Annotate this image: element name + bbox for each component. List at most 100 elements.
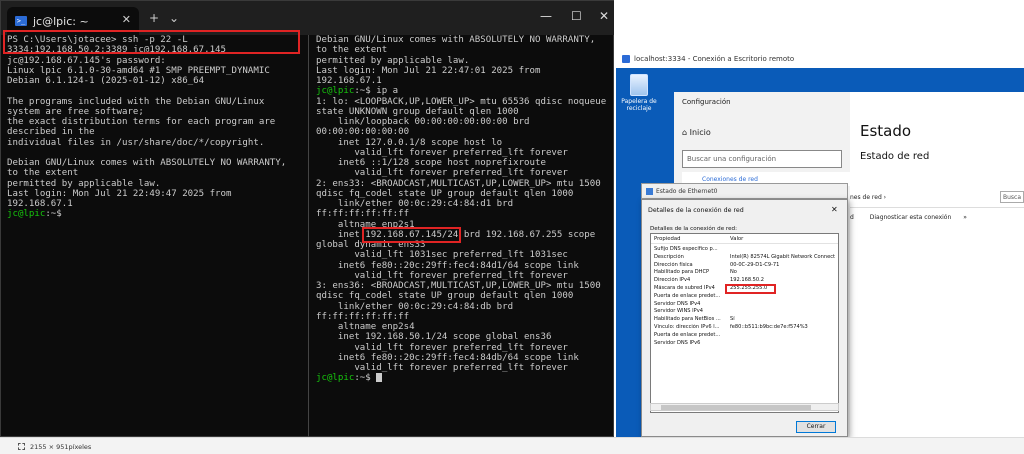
- details-row[interactable]: Dirección física 00-0C-29-D1-C9-71: [651, 261, 838, 270]
- breadcrumb[interactable]: nes de red ›: [850, 194, 886, 201]
- details-row[interactable]: Vínculo: dirección IPv6 l... fe80::b511:b…: [651, 324, 838, 332]
- details-property: Vínculo: dirección IPv6 l...: [654, 324, 720, 330]
- terminal-pane-left[interactable]: PS C:\Users\jotacee> ssh -p 22 -L 3334:1…: [3, 35, 306, 438]
- details-list[interactable]: Propiedad Valor Sufijo DNS específico p.…: [650, 233, 839, 413]
- prompt-user: jc@lpic: [7, 209, 46, 220]
- prompt-user: jc@lpic: [316, 86, 355, 97]
- details-list-header: Propiedad Valor: [651, 234, 838, 244]
- page-subtitle: Estado de red: [860, 151, 930, 162]
- details-row[interactable]: Habilitado para DHCP No: [651, 269, 838, 277]
- network-search-input[interactable]: Busca: [1000, 191, 1024, 203]
- terminal-line: link/loopback 00:00:00:00:00:00 brd 00:0…: [316, 117, 536, 138]
- terminal-line: valid_lft 1031sec preferred_lft 1031sec: [316, 250, 568, 261]
- terminal-pane-right[interactable]: Debian GNU/Linux comes with ABSOLUTELY N…: [312, 35, 613, 438]
- page-title: Estado: [860, 122, 912, 140]
- close-tab-icon[interactable]: ✕: [122, 13, 131, 26]
- settings-title: Configuración: [682, 98, 731, 106]
- more-commands-icon[interactable]: »: [963, 214, 967, 221]
- details-row[interactable]: Descripción Intel(R) 82574L Gigabit Netwo…: [651, 253, 838, 262]
- dialog-title: Detalles de la conexión de red: [648, 207, 744, 214]
- close-window-button[interactable]: ✕: [599, 9, 609, 23]
- settings-search-input[interactable]: Buscar una configuración: [682, 150, 842, 168]
- details-row[interactable]: Servidor DNS IPv6: [651, 339, 838, 348]
- terminal-prompt: jc@lpic:~$: [7, 209, 302, 219]
- details-property: Servidor DNS IPv6: [654, 339, 701, 346]
- new-tab-button[interactable]: +: [149, 11, 159, 25]
- details-property: Servidor WINS IPv4: [654, 308, 703, 315]
- close-button[interactable]: Cerrar: [796, 421, 836, 433]
- details-property: Puerta de enlace predet...: [654, 292, 721, 299]
- terminal-line: altname enp2s1: [316, 219, 415, 230]
- recycle-bin-label: Papelera de reciclaje: [621, 98, 657, 112]
- terminal-line: inet6 fe80::20c:29ff:fec4:84d1/64 scope …: [316, 260, 579, 271]
- terminal-line: valid_lft forever preferred_lft forever: [316, 270, 568, 281]
- diagnose-toolbar: d Diagnosticar esta conexión »: [850, 214, 967, 221]
- terminal-line: valid_lft forever preferred_lft forever: [316, 168, 568, 179]
- terminal-line: individual files in /usr/share/doc/*/cop…: [7, 137, 265, 148]
- minimize-button[interactable]: —: [540, 9, 552, 23]
- terminal-line: Debian GNU/Linux comes with ABSOLUTELY N…: [316, 35, 601, 56]
- remote-desktop-icon: [622, 55, 630, 63]
- prompt-command: :~$: [45, 209, 62, 220]
- details-row[interactable]: Puerta de enlace predet...: [651, 331, 838, 340]
- details-value: 192.168.50.2: [730, 277, 765, 284]
- settings-home-label: Inicio: [689, 128, 711, 137]
- recycle-bin[interactable]: Papelera de reciclaje: [620, 74, 658, 112]
- diagnose-button[interactable]: Diagnosticar esta conexión: [870, 214, 952, 221]
- terminal-line: valid_lft forever preferred_lft forever: [316, 342, 568, 353]
- terminal-line: inet6 fe80::20c:29ff:fec4:84db/64 scope …: [316, 352, 579, 363]
- scrollbar-thumb[interactable]: [661, 405, 811, 410]
- terminal-line: jc@192.168.67.145's password:: [7, 55, 166, 66]
- terminal-tab-title: jc@lpic: ~: [33, 14, 89, 28]
- column-header-property[interactable]: Propiedad: [654, 236, 680, 242]
- inet-line: inet 192.168.67.145/24 brd 192.168.67.25…: [316, 226, 609, 251]
- settings-home[interactable]: ⌂ Inicio: [682, 128, 711, 137]
- maximize-button[interactable]: ☐: [571, 9, 582, 23]
- selection-size-icon: [18, 443, 25, 450]
- prompt-command: :~$: [354, 373, 377, 384]
- horizontal-scrollbar[interactable]: [650, 403, 839, 411]
- terminal-line: link/ether 00:0c:29:c4:84:db brd ff:ff:f…: [316, 301, 519, 322]
- terminal-line: permitted by applicable law.: [316, 55, 470, 66]
- ipv4-highlight: [725, 284, 776, 294]
- dialog-close-button[interactable]: ✕: [831, 205, 838, 214]
- details-value: No: [730, 269, 737, 276]
- details-row[interactable]: Servidor DNS IPv4: [651, 300, 838, 309]
- terminal-line: inet 192.168.50.1/24 scope global ens36: [316, 332, 552, 343]
- pane-divider[interactable]: [308, 35, 309, 438]
- text-cursor: [376, 373, 383, 383]
- details-row[interactable]: Sufijo DNS específico p...: [651, 246, 838, 254]
- details-property: Máscara de subred IPv4: [654, 285, 715, 291]
- terminal-line: permitted by applicable law.: [7, 178, 161, 189]
- terminal-line: valid_lft forever preferred_lft forever: [316, 363, 568, 373]
- terminal-line: The programs included with the Debian GN…: [7, 96, 270, 117]
- prompt-command: :~$ ip a: [354, 86, 399, 97]
- terminal-icon: >_: [15, 16, 27, 26]
- recycle-bin-icon: [630, 74, 648, 96]
- details-value: 00-0C-29-D1-C9-71: [730, 261, 780, 268]
- terminal-line: altname enp2s4: [316, 322, 415, 332]
- terminal-window: >_ jc@lpic: ~ ✕ + ⌄ — ☐ ✕ PS C:\Users\jo…: [0, 0, 615, 438]
- terminal-prompt: jc@lpic:~$: [316, 373, 609, 383]
- details-property: Puerta de enlace predet...: [654, 331, 721, 338]
- details-property: Habilitado para DHCP: [654, 269, 710, 276]
- terminal-line: Last login: Mon Jul 21 22:49:47 2025 fro…: [7, 188, 237, 209]
- inet-prefix: inet: [316, 229, 366, 240]
- details-row[interactable]: Servidor WINS IPv4: [651, 308, 838, 316]
- terminal-line: 2: ens33: <BROADCAST,MULTICAST,UP,LOWER_…: [316, 178, 607, 199]
- details-property: Descripción: [654, 253, 684, 260]
- details-row[interactable]: Habilitado para NetBios ... Sí: [651, 316, 838, 324]
- network-adapter-icon: [646, 188, 653, 195]
- rdp-title: localhost:3334 - Conexión a Escritorio r…: [634, 55, 795, 63]
- details-property: Dirección IPv4: [654, 277, 691, 284]
- column-header-value[interactable]: Valor: [730, 236, 743, 242]
- inet-ip-highlight: 192.168.67.145/24: [362, 226, 462, 243]
- details-property: Habilitado para NetBios ...: [654, 316, 721, 323]
- details-value: Intel(R) 82574L Gigabit Network Connect: [730, 253, 836, 260]
- details-property: Servidor DNS IPv4: [654, 300, 701, 307]
- chevron-down-icon[interactable]: ⌄: [169, 11, 179, 25]
- terminal-line: link/ether 00:0c:29:c4:84:d1 brd ff:ff:f…: [316, 199, 519, 220]
- details-value: Sí: [730, 316, 735, 323]
- status-bar: 2155 × 951píxeles: [0, 437, 1024, 454]
- terminal-line: the exact distribution terms for each pr…: [7, 117, 281, 138]
